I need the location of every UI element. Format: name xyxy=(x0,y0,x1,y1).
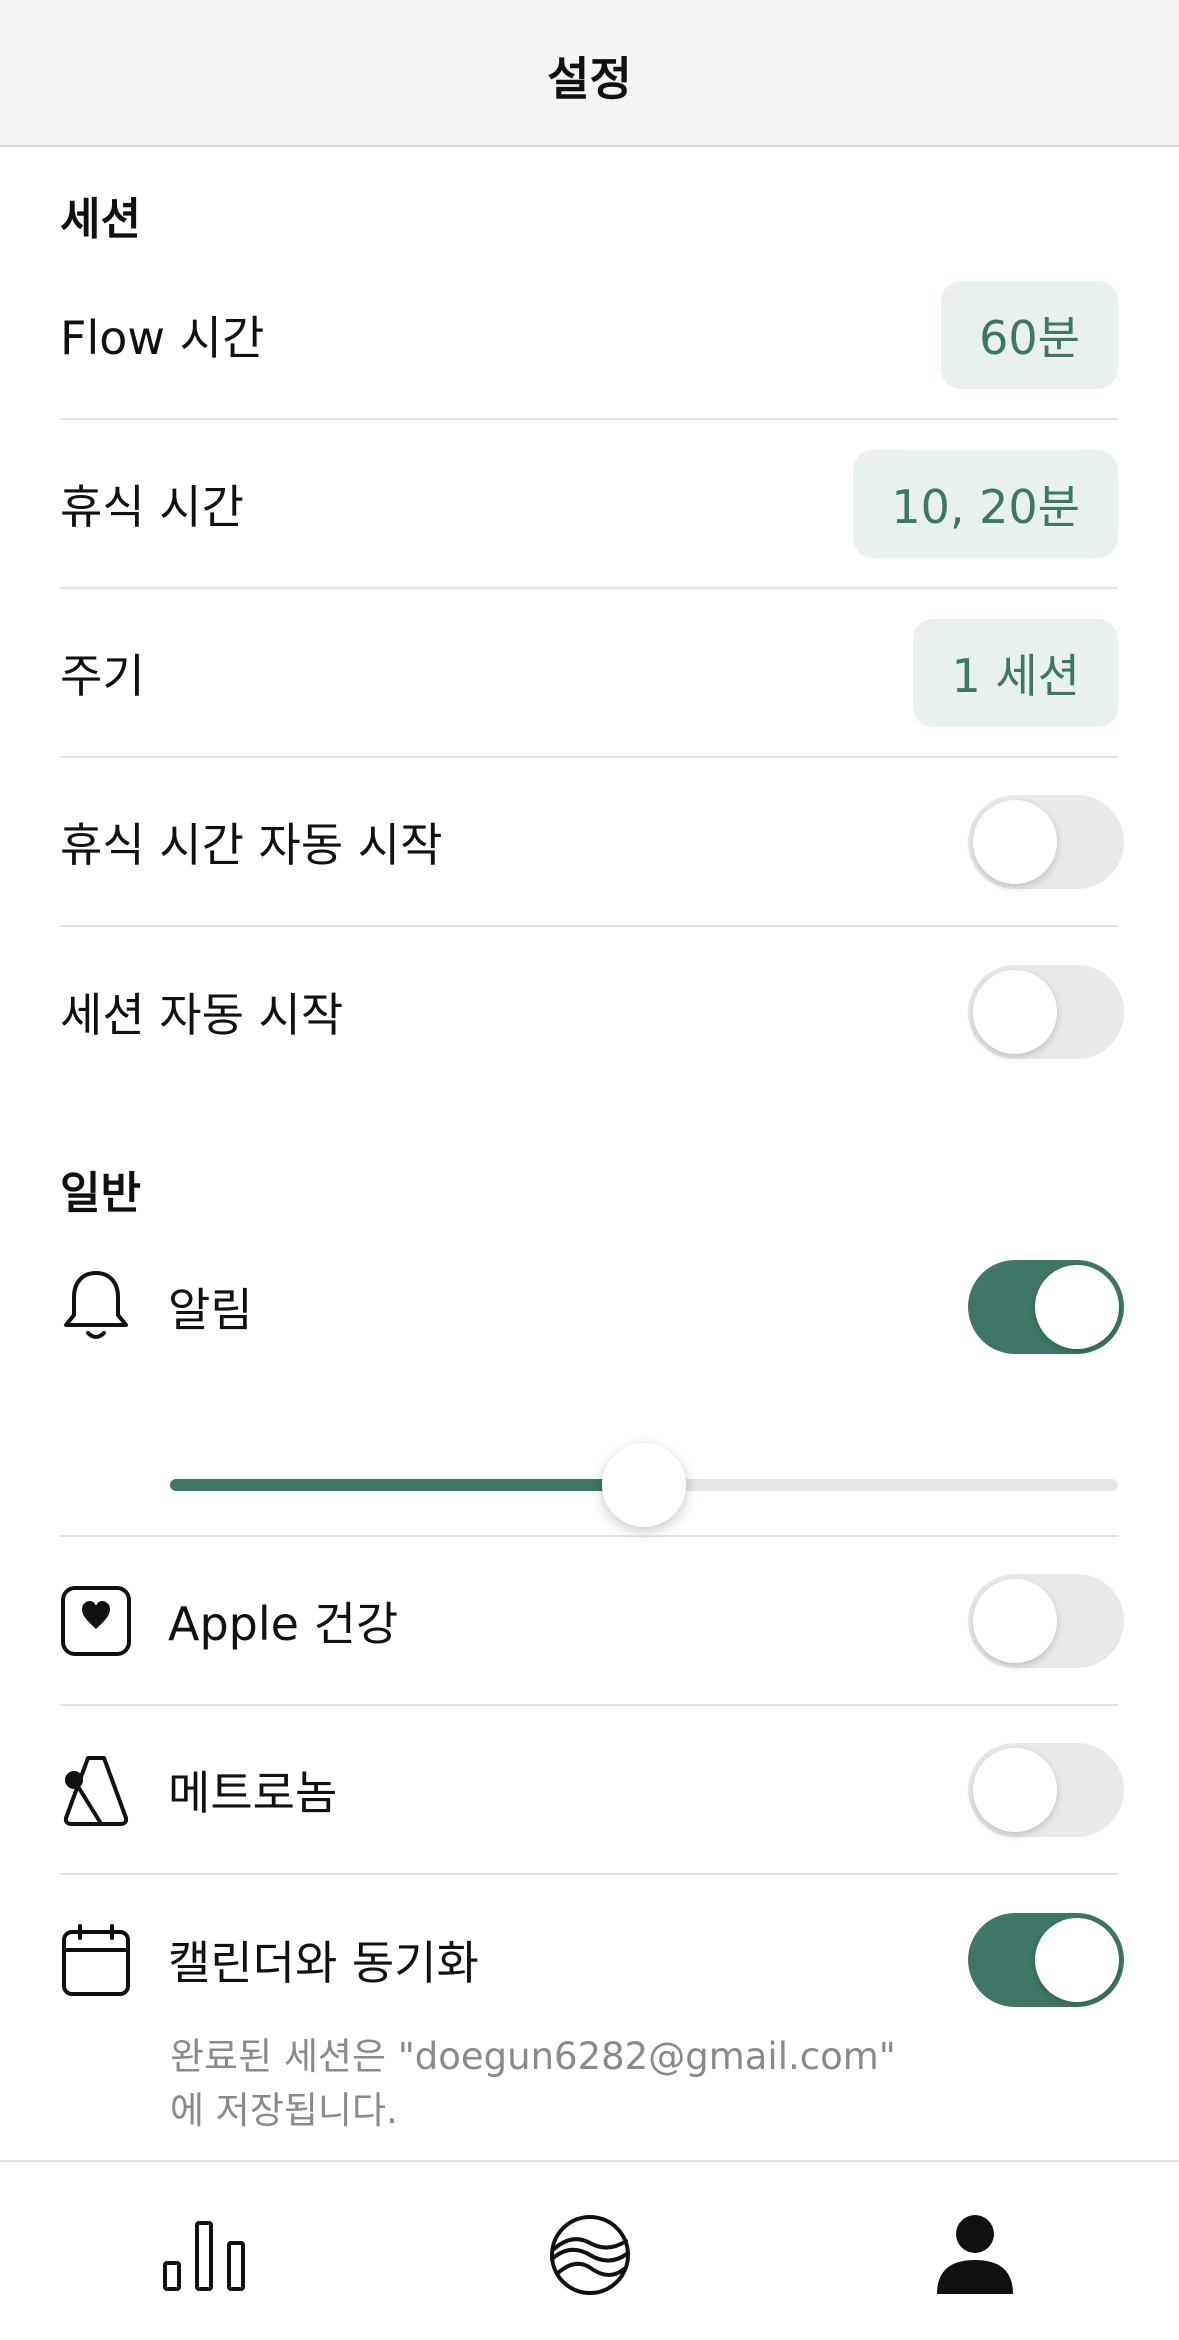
apple-health-toggle[interactable] xyxy=(968,1573,1124,1668)
alarm-row: 알림 xyxy=(60,1222,1124,1391)
section-title-general: 일반 xyxy=(60,1168,141,1219)
flow-wave-icon xyxy=(548,2213,632,2301)
metronome-row: 메트로놈 xyxy=(60,1706,1124,1875)
tab-stats[interactable] xyxy=(159,2212,249,2302)
toggle-knob xyxy=(1035,1264,1119,1349)
calendar-icon xyxy=(60,1920,132,2000)
page-title: 설정 xyxy=(547,51,632,106)
apple-health-row: Apple 건강 xyxy=(60,1537,1124,1706)
flow-time-row[interactable]: Flow 시간 60분 xyxy=(60,251,1118,420)
cycle-value-button[interactable]: 1 세션 xyxy=(913,618,1118,727)
tab-flow[interactable] xyxy=(545,2212,635,2302)
navigation-header: 설정 xyxy=(0,0,1179,147)
health-heart-icon xyxy=(60,1581,132,1661)
calendar-sync-toggle[interactable] xyxy=(968,1912,1124,2007)
tab-profile[interactable] xyxy=(930,2212,1020,2302)
auto-session-label: 세션 자동 시작 xyxy=(60,987,344,1042)
tab-bar xyxy=(0,2160,1179,2340)
alarm-volume-slider[interactable] xyxy=(170,1441,1118,1527)
apple-health-row-left: Apple 건강 xyxy=(60,1581,398,1661)
alarm-label: 알림 xyxy=(168,1282,253,1337)
apple-health-label: Apple 건강 xyxy=(168,1596,399,1651)
auto-session-toggle[interactable] xyxy=(968,964,1124,1059)
metronome-label: 메트로놈 xyxy=(168,1765,338,1820)
auto-break-row: 휴식 시간 자동 시작 xyxy=(60,758,1124,927)
metronome-icon xyxy=(60,1750,132,1830)
break-time-value-button[interactable]: 10, 20분 xyxy=(853,449,1118,558)
break-time-label: 휴식 시간 xyxy=(60,479,244,534)
auto-session-row: 세션 자동 시작 xyxy=(60,927,1124,1096)
cycle-row[interactable]: 주기 1 세션 xyxy=(60,589,1118,758)
calendar-sync-row-left: 캘린더와 동기화 xyxy=(60,1920,479,2000)
toggle-knob xyxy=(973,1747,1057,1832)
calendar-sync-label: 캘린더와 동기화 xyxy=(168,1935,479,1990)
alarm-row-left: 알림 xyxy=(60,1267,253,1347)
slider-fill xyxy=(170,1479,644,1491)
calendar-sync-note: 완료된 세션은 "doegun6282@gmail.com" 에 저장됩니다. xyxy=(170,2035,896,2132)
cycle-label: 주기 xyxy=(60,648,145,703)
slider-thumb[interactable] xyxy=(602,1443,686,1527)
bar-chart-icon xyxy=(161,2217,247,2297)
toggle-knob xyxy=(973,1578,1057,1663)
auto-break-label: 휴식 시간 자동 시작 xyxy=(60,817,443,872)
toggle-knob xyxy=(1035,1917,1119,2002)
section-title-session: 세션 xyxy=(60,194,141,245)
toggle-knob xyxy=(973,969,1057,1054)
calendar-sync-row: 캘린더와 동기화 xyxy=(60,1875,1124,2044)
auto-break-toggle[interactable] xyxy=(968,794,1124,889)
bell-icon xyxy=(60,1267,132,1347)
metronome-toggle[interactable] xyxy=(968,1742,1124,1837)
person-icon xyxy=(935,2214,1015,2300)
alarm-toggle[interactable] xyxy=(968,1259,1124,1354)
flow-time-label: Flow 시간 xyxy=(60,310,265,365)
flow-time-value-button[interactable]: 60분 xyxy=(941,280,1118,389)
break-time-row[interactable]: 휴식 시간 10, 20분 xyxy=(60,420,1118,589)
toggle-knob xyxy=(973,799,1057,884)
metronome-row-left: 메트로놈 xyxy=(60,1750,337,1830)
